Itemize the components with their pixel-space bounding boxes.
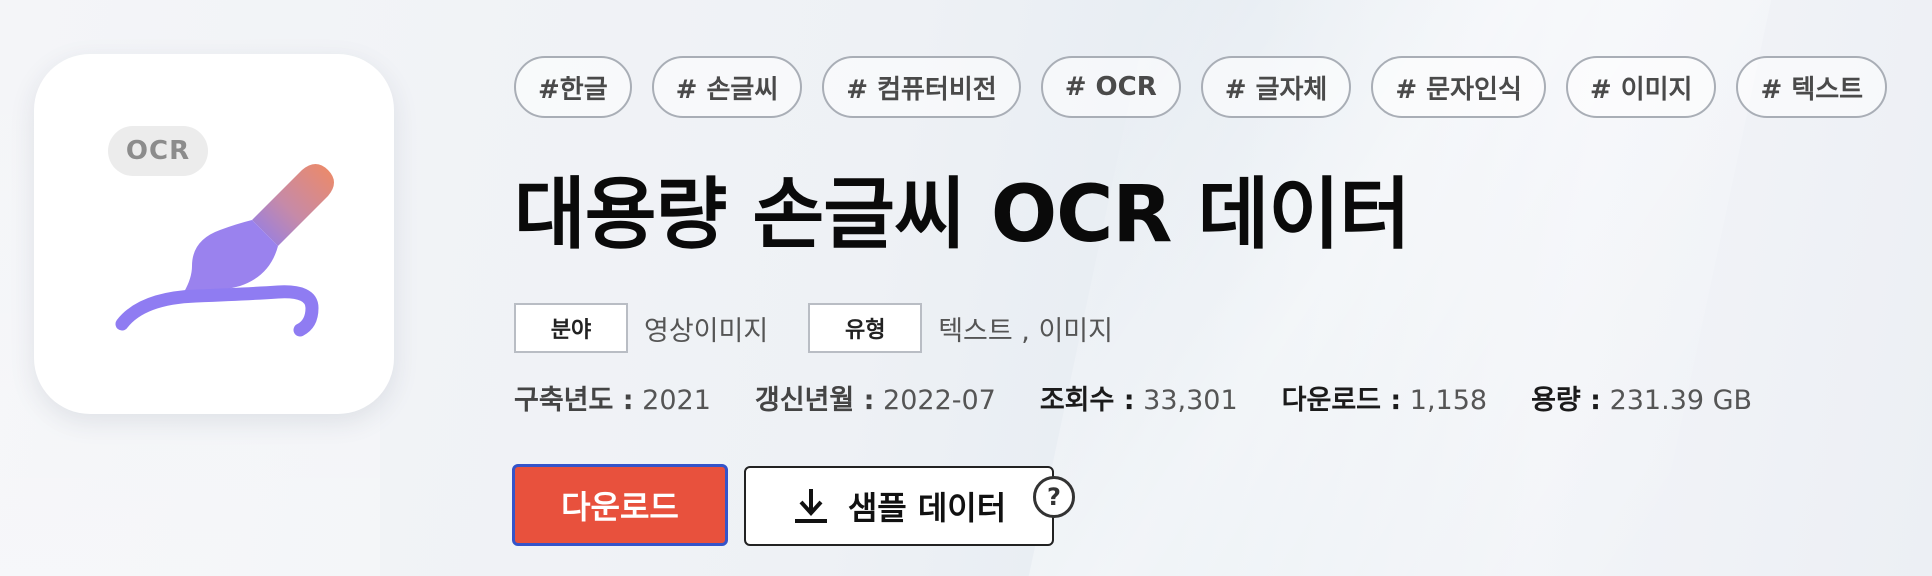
stat-value: 231.39 GB bbox=[1609, 385, 1753, 416]
stat-update-date: 갱신년월 : 2022-07 bbox=[755, 378, 996, 417]
type-label: 유형 bbox=[808, 303, 923, 353]
stat-label: 구축년도 : bbox=[514, 385, 634, 416]
stat-size: 용량 : 231.39 GB bbox=[1531, 378, 1752, 417]
tag-text[interactable]: # 텍스트 bbox=[1736, 56, 1888, 118]
tag-character-recognition[interactable]: # 문자인식 bbox=[1371, 56, 1546, 118]
stat-build-year: 구축년도 : 2021 bbox=[514, 378, 711, 417]
stat-value: 33,301 bbox=[1143, 385, 1238, 416]
tag-ocr[interactable]: # OCR bbox=[1040, 56, 1181, 118]
download-icon bbox=[794, 489, 827, 523]
dataset-stats: 구축년도 : 2021 갱신년월 : 2022-07 조회수 : 33,301 … bbox=[514, 378, 1752, 417]
stat-value: 2021 bbox=[642, 385, 711, 416]
paintbrush-handwriting-icon bbox=[115, 164, 334, 337]
tag-computer-vision[interactable]: # 컴퓨터비전 bbox=[822, 56, 1021, 118]
stat-value: 1,158 bbox=[1409, 385, 1488, 416]
stat-label: 용량 : bbox=[1531, 385, 1601, 416]
stat-value: 2022-07 bbox=[883, 385, 996, 416]
page-title: 대용량 손글씨 OCR 데이터 bbox=[514, 170, 1411, 260]
tag-hangul[interactable]: #한글 bbox=[514, 56, 632, 118]
help-icon[interactable]: ? bbox=[1033, 476, 1075, 518]
tag-list: #한글 # 손글씨 # 컴퓨터비전 # OCR # 글자체 # 문자인식 # 이… bbox=[514, 56, 1888, 118]
stat-views: 조회수 : 33,301 bbox=[1040, 378, 1238, 417]
stat-label: 조회수 : bbox=[1039, 385, 1135, 416]
download-button[interactable]: 다운로드 bbox=[512, 464, 728, 546]
stat-label: 갱신년월 : bbox=[754, 385, 875, 416]
tag-font[interactable]: # 글자체 bbox=[1200, 56, 1352, 118]
field-value: 영상이미지 bbox=[644, 315, 769, 347]
type-value: 텍스트 , 이미지 bbox=[938, 315, 1113, 347]
stat-label: 다운로드 : bbox=[1281, 385, 1402, 416]
sample-data-label: 샘플 데이터 bbox=[847, 489, 1007, 527]
dataset-classification: 분야 영상이미지 유형 텍스트 , 이미지 bbox=[514, 303, 1153, 353]
stat-downloads: 다운로드 : 1,158 bbox=[1282, 378, 1487, 417]
ocr-badge: OCR bbox=[108, 126, 208, 176]
field-label: 분야 bbox=[514, 303, 628, 353]
sample-data-button[interactable]: 샘플 데이터 bbox=[744, 466, 1054, 546]
tag-image[interactable]: # 이미지 bbox=[1565, 56, 1717, 118]
tag-handwriting[interactable]: # 손글씨 bbox=[651, 56, 803, 118]
dataset-thumbnail: OCR bbox=[34, 54, 394, 414]
